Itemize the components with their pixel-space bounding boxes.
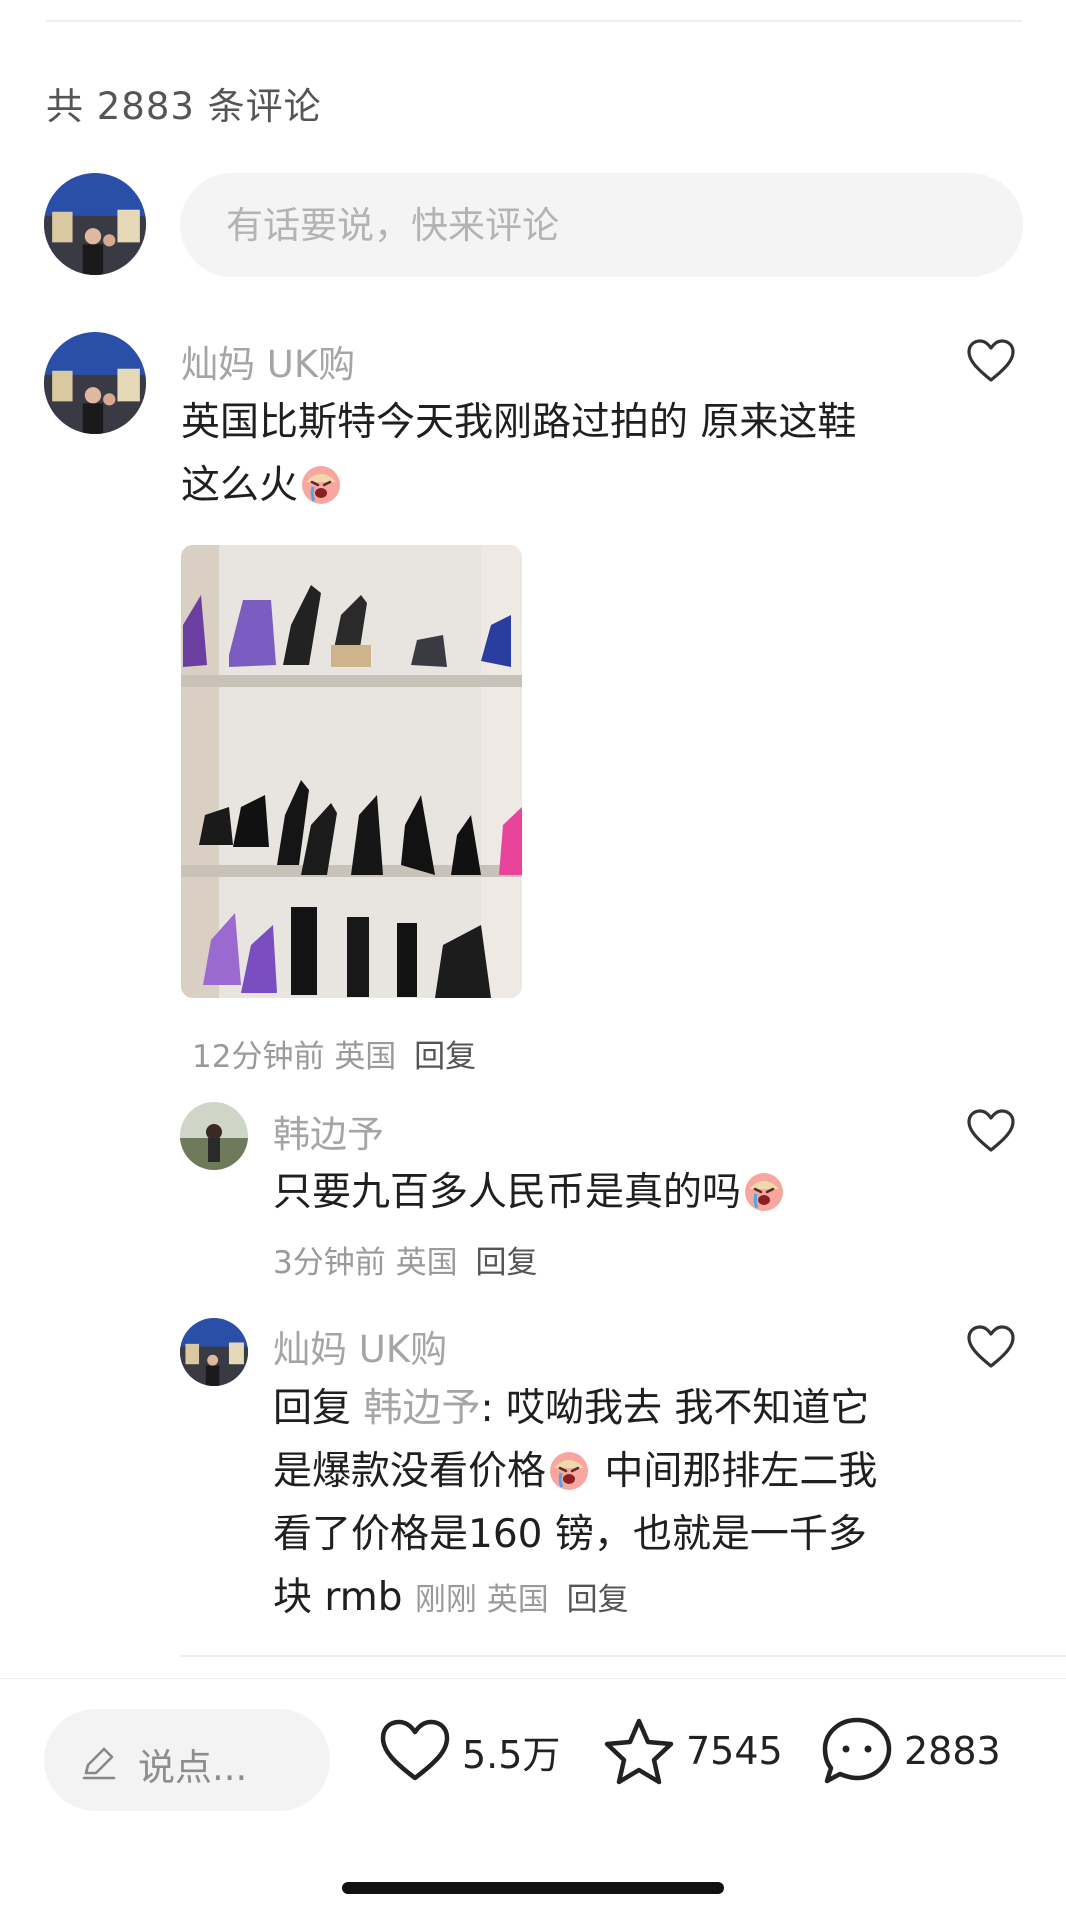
- reply1-like-heart-icon[interactable]: [966, 1108, 1016, 1154]
- reply2-text-part4: 看了价格是160 镑，也就是一千多: [273, 1512, 867, 1557]
- reply2-reply-prefix: 回复: [273, 1386, 352, 1431]
- reply2-like-heart-icon[interactable]: [966, 1324, 1016, 1370]
- crying-face-icon: [550, 1452, 589, 1490]
- comment-like-heart-icon[interactable]: [966, 338, 1016, 384]
- commenter-avatar[interactable]: [44, 332, 146, 434]
- reply1-text: 只要九百多人民币是真的吗: [273, 1170, 742, 1215]
- star-icon: [604, 1718, 674, 1785]
- like-count: 5.5万: [462, 1732, 561, 1777]
- comment-username[interactable]: 灿妈 UK购: [181, 334, 355, 388]
- reply2-time: 刚刚: [414, 1582, 477, 1618]
- reply1-meta: 3分钟前 英国 回复: [273, 1237, 537, 1282]
- pencil-icon: [82, 1747, 116, 1780]
- comment-count-header: 共 2883 条评论: [46, 85, 322, 128]
- comment-count: 2883: [904, 1729, 1001, 1773]
- favorite-count: 7545: [686, 1729, 783, 1773]
- crying-face-icon: [745, 1173, 784, 1211]
- reply2-meta: 刚刚 英国 回复: [415, 1582, 629, 1618]
- comment-text-line-1: 英国比斯特今天我刚路过拍的 原来这鞋: [181, 400, 857, 445]
- home-indicator: [342, 1882, 724, 1894]
- say-something-button[interactable]: 说点...: [44, 1709, 330, 1811]
- reply2-location: 英国: [486, 1582, 549, 1618]
- reply1-location: 英国: [395, 1245, 458, 1281]
- comment-button[interactable]: 2883: [820, 1711, 1001, 1791]
- current-user-avatar[interactable]: [44, 173, 146, 275]
- reply1-text-container: 只要九百多人民币是真的吗: [273, 1161, 787, 1224]
- comment-photo-shoe-shelf[interactable]: [181, 545, 522, 998]
- reply2-text-line-2: 是爆款没看价格 中间那排左二我: [273, 1440, 877, 1503]
- comment-text-line-2: 这么火: [181, 463, 299, 508]
- reply1-time: 3分钟前: [273, 1245, 386, 1281]
- comment-text-line-2-container: 这么火: [181, 454, 344, 517]
- heart-icon: [380, 1719, 450, 1781]
- comment-location: 英国: [334, 1039, 397, 1075]
- top-divider: [46, 20, 1022, 22]
- say-something-label: 说点...: [138, 1746, 248, 1789]
- comment-time: 12分钟前: [192, 1039, 325, 1075]
- crying-face-icon: [302, 466, 341, 504]
- reply2-text-line-4: 块 rmb 刚刚 英国 回复: [273, 1566, 629, 1632]
- reply2-text-part3: 中间那排左二我: [592, 1449, 878, 1494]
- list-divider: [180, 1655, 1066, 1657]
- reply2-reply-button[interactable]: 回复: [567, 1582, 629, 1618]
- reply2-text-line-1: 回复 韩边予: 哎呦我去 我不知道它: [273, 1377, 869, 1440]
- reply2-username[interactable]: 灿妈 UK购: [273, 1319, 447, 1373]
- favorite-button[interactable]: 7545: [602, 1711, 783, 1791]
- comment-reply-button[interactable]: 回复: [414, 1039, 476, 1075]
- comment-meta: 12分钟前 英国 回复: [192, 1031, 476, 1076]
- reply2-text-part1: : 哎呦我去 我不知道它: [480, 1386, 870, 1431]
- like-button[interactable]: 5.5万: [378, 1711, 560, 1791]
- reply2-avatar[interactable]: [180, 1318, 248, 1386]
- reply2-text-part5: 块 rmb: [273, 1575, 403, 1620]
- comment-input-pill[interactable]: [180, 173, 1023, 277]
- reply1-reply-button[interactable]: 回复: [475, 1245, 537, 1281]
- reply1-avatar[interactable]: [180, 1102, 248, 1170]
- reply2-text-part2: 是爆款没看价格: [273, 1449, 547, 1494]
- comment-bubble-icon: [822, 1717, 892, 1784]
- reply1-username[interactable]: 韩边予: [273, 1104, 384, 1158]
- reply2-reply-to-user[interactable]: 韩边予: [363, 1386, 480, 1431]
- comment-input[interactable]: [180, 173, 1023, 277]
